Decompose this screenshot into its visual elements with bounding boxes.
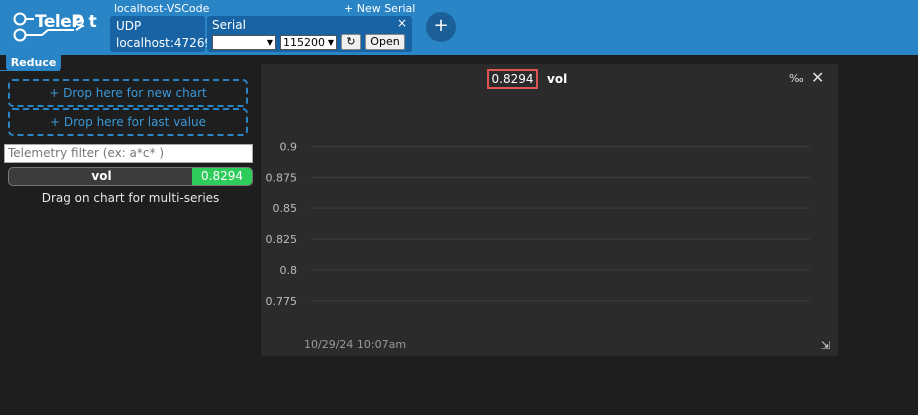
serial-port-select[interactable]: ▼ [212, 35, 276, 50]
divider [0, 70, 60, 71]
baud-rate-select[interactable]: 115200 ▼ [280, 35, 337, 50]
reduce-button[interactable]: Reduce [6, 55, 61, 71]
chevron-down-icon: ▼ [327, 38, 334, 47]
udp-label: UDP [116, 19, 142, 33]
y-tick-label: 0.875 [266, 171, 298, 184]
timestamp-label: 10/29/24 10:07am [304, 338, 406, 351]
y-tick-label: 0.85 [273, 202, 298, 215]
y-tick-label: 0.9 [280, 140, 298, 153]
teleplot-logo: TeleP t [8, 7, 112, 45]
telemetry-name: vol [91, 169, 112, 183]
baud-rate-value: 115200 [283, 36, 325, 49]
chart-panel: 0.8294 vol ‰ ✕ 0.9 0.875 0.85 0.825 0.8 0.775… [261, 64, 838, 356]
add-connection-button[interactable]: + [426, 12, 456, 42]
udp-connection: UDP localhost:47269 [110, 16, 212, 52]
drop-zone-new-chart[interactable]: + Drop here for new chart [8, 79, 248, 107]
y-tick-label: 0.825 [266, 233, 298, 246]
open-button[interactable]: Open [365, 34, 405, 50]
new-serial-button[interactable]: + New Serial [344, 2, 415, 15]
connection-title: localhost-VSCode [114, 2, 210, 15]
telemetry-filter-input[interactable]: Telemetry filter (ex: a*c* ) [4, 144, 253, 163]
chevron-down-icon: ▼ [266, 38, 273, 47]
y-tick-label: 0.8 [280, 264, 298, 277]
drop-zone-last-value[interactable]: + Drop here for last value [8, 108, 248, 136]
serial-label: Serial [212, 18, 246, 32]
line-chart[interactable]: 0.90.8750.850.8250.80.775 :41.000:41.250… [261, 64, 838, 356]
serial-connection: Serial × ▼ 115200 ▼ ↻ Open [207, 16, 412, 52]
logo-text: TeleP t [35, 12, 97, 32]
y-tick-label: 0.775 [266, 295, 298, 308]
telemetry-value: 0.8294 [192, 168, 252, 185]
top-bar: TeleP t localhost-VSCode + New Serial UD… [0, 0, 918, 55]
drag-hint: Drag on chart for multi-series [41, 191, 220, 205]
serial-close-icon[interactable]: × [397, 16, 407, 30]
udp-address: localhost:47269 [116, 36, 213, 50]
refresh-button[interactable]: ↻ [341, 34, 361, 50]
resize-icon[interactable]: ⇲ [821, 339, 830, 352]
telemetry-item[interactable]: vol 0.8294 [8, 167, 253, 186]
